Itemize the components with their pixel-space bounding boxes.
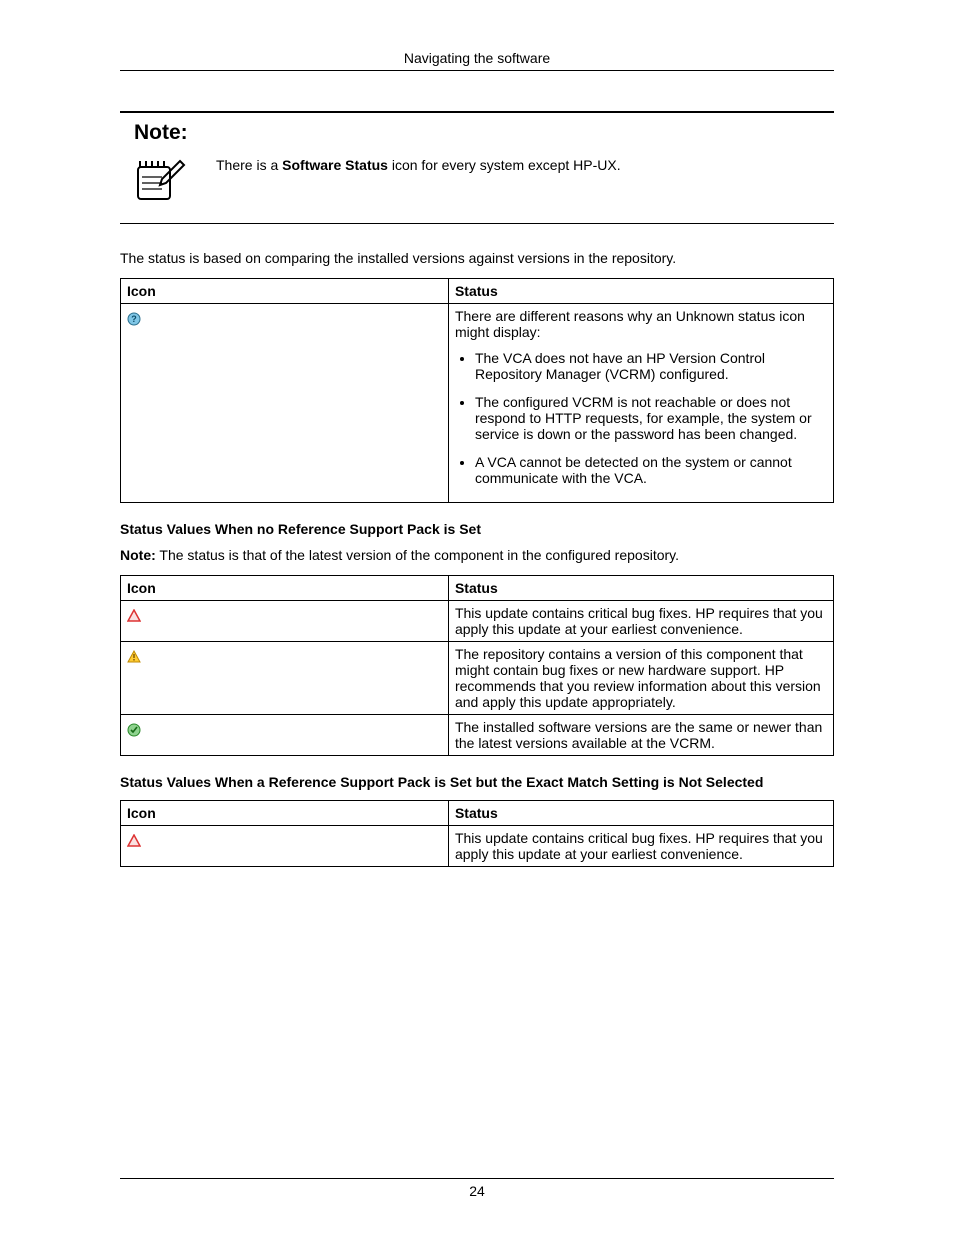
table-row: The repository contains a version of thi…: [121, 642, 834, 715]
table-row: This update contains critical bug fixes.…: [121, 826, 834, 867]
th-icon: Icon: [121, 801, 449, 826]
subheading-ref-pack-no-exact: Status Values When a Reference Support P…: [120, 774, 834, 790]
list-item: A VCA cannot be detected on the system o…: [475, 454, 827, 486]
th-status: Status: [448, 801, 833, 826]
th-icon: Icon: [121, 576, 449, 601]
table-row: This update contains critical bug fixes.…: [121, 601, 834, 642]
note-title: Note:: [120, 113, 834, 149]
note-text-post: icon for every system except HP-UX.: [388, 157, 621, 173]
note-text-pre: There is a: [216, 157, 282, 173]
list-item: The VCA does not have an HP Version Cont…: [475, 350, 827, 382]
critical-icon: [127, 609, 141, 623]
table-no-ref-pack: Icon Status This update contains critica…: [120, 575, 834, 756]
table-row: ? There are different reasons why an Unk…: [121, 304, 834, 503]
table-ref-pack-no-exact: Icon Status This update contains critica…: [120, 800, 834, 867]
lead-bold: Unknown: [676, 308, 734, 324]
note2-label: Note:: [120, 547, 156, 563]
critical-icon: [127, 834, 141, 848]
table-row: The installed software versions are the …: [121, 715, 834, 756]
status-text: The installed software versions are the …: [448, 715, 833, 756]
note-text: There is a Software Status icon for ever…: [216, 157, 621, 173]
subheading-no-ref-pack: Status Values When no Reference Support …: [120, 521, 834, 537]
lead-pre: There are different reasons why an: [455, 308, 676, 324]
paragraph-intro: The status is based on comparing the ins…: [120, 250, 834, 266]
th-status: Status: [448, 576, 833, 601]
note-line: Note: The status is that of the latest v…: [120, 547, 834, 563]
note-text-bold: Software Status: [282, 157, 388, 173]
status-text: The repository contains a version of thi…: [448, 642, 833, 715]
table-unknown-status: Icon Status ? There are different reason…: [120, 278, 834, 503]
status-text: This update contains critical bug fixes.…: [448, 826, 833, 867]
page-header: Navigating the software: [120, 50, 834, 71]
notepad-icon: [134, 157, 186, 203]
unknown-icon: ?: [127, 312, 141, 326]
ok-icon: [127, 723, 141, 737]
note2-text: The status is that of the latest version…: [156, 547, 679, 563]
page-number: 24: [120, 1178, 834, 1199]
th-status: Status: [448, 279, 833, 304]
warning-icon: [127, 650, 141, 664]
th-icon: Icon: [121, 279, 449, 304]
note-block: Note: There is a Software Status icon fo…: [120, 111, 834, 224]
list-item: The configured VCRM is not reachable or …: [475, 394, 827, 442]
svg-text:?: ?: [131, 314, 137, 324]
status-text: This update contains critical bug fixes.…: [448, 601, 833, 642]
